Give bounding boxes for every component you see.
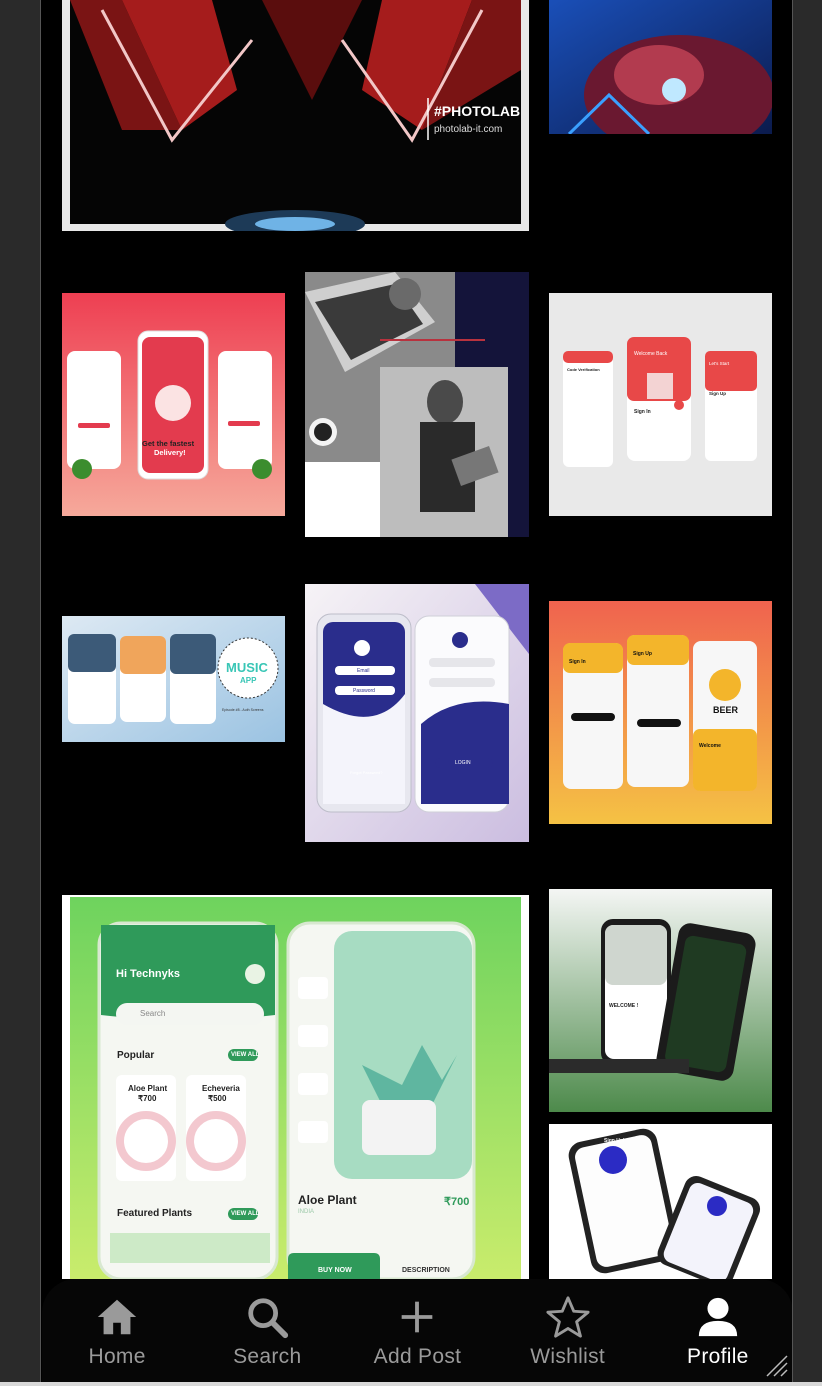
beer-logo: BEER	[713, 705, 739, 715]
ironman-portrait-image	[549, 0, 772, 134]
nav-add-post[interactable]: Add Post	[342, 1293, 492, 1369]
welcome-back-label: Welcome Back	[634, 351, 668, 357]
music-brand: MUSIC	[226, 660, 268, 675]
signup-label: Sign Up	[709, 391, 726, 396]
plant-featured: Featured Plants	[117, 1208, 193, 1219]
nav-profile-label: Profile	[687, 1345, 749, 1368]
profile-screen: #PHOTOLAB photolab-it.com Get the fastes	[40, 0, 793, 1382]
beer-signin-label: Sign In	[569, 659, 586, 665]
verify-label: Code Verification	[567, 367, 600, 372]
plant-description: DESCRIPTION	[402, 1267, 450, 1274]
plant-detail-price: ₹700	[444, 1196, 470, 1208]
green-welcome: WELCOME !	[609, 1003, 639, 1009]
music-app-label: APP	[240, 676, 257, 685]
post-delivery-app[interactable]: Get the fastest Delivery!	[62, 293, 285, 516]
delivery-app-mockup	[62, 293, 285, 516]
blue-password-label: Password	[353, 688, 375, 694]
post-plant-app[interactable]: Hi Technyks Search Popular VIEW ALL Aloe…	[62, 895, 529, 1279]
plant-p1-price: ₹700	[138, 1094, 157, 1103]
left-margin	[0, 0, 40, 1386]
post-ironman-portrait[interactable]	[549, 0, 772, 134]
plant-p1-name: Aloe Plant	[128, 1084, 168, 1093]
bottom-nav: Home Search Add Post Wishlist Profile	[42, 1279, 792, 1382]
plant-popular: Popular	[117, 1050, 155, 1061]
delivery-headline: Get the fastest	[142, 439, 195, 448]
home-icon	[93, 1293, 141, 1341]
photolab-site: photolab-it.com	[434, 124, 503, 135]
window-bottom-edge	[0, 1382, 822, 1386]
beer-welcome-label: Welcome	[699, 743, 721, 749]
blue-login-mockup	[305, 584, 529, 842]
plant-view-all-2: VIEW ALL	[231, 1211, 260, 1217]
nav-home-label: Home	[88, 1345, 146, 1368]
post-signup-phones[interactable]: Sign Up!	[549, 1124, 772, 1279]
delivery-subline: Delivery!	[154, 448, 186, 457]
green-phones-mockup	[549, 889, 772, 1112]
plant-search: Search	[140, 1009, 166, 1018]
plus-icon	[393, 1293, 441, 1341]
post-green-phones[interactable]: WELCOME !	[549, 889, 772, 1112]
star-icon	[544, 1293, 592, 1341]
plant-p2-price: ₹500	[208, 1094, 227, 1103]
search-icon	[243, 1293, 291, 1341]
start-label: Let's Start	[709, 361, 730, 366]
post-blue-login[interactable]: Email Password LOGIN Forgot Password?	[305, 584, 529, 842]
plant-greeting: Hi Technyks	[116, 968, 180, 980]
plant-detail-origin: INDIA	[298, 1209, 315, 1215]
post-signin-screens[interactable]: Code Verification Welcome Back Let's Sta…	[549, 293, 772, 516]
laptop-desk-photo	[305, 272, 529, 537]
blue-forgot-label: Forgot Password?	[350, 770, 383, 775]
person-icon	[694, 1293, 742, 1341]
music-caption: Episode #8 - Auth Screens	[222, 708, 264, 712]
plant-buy-now: BUY NOW	[318, 1267, 352, 1274]
signup-title: Sign Up!	[604, 1138, 625, 1144]
photolab-tag: #PHOTOLAB	[434, 103, 521, 119]
nav-add-post-label: Add Post	[373, 1345, 462, 1368]
signin-screens-mockup	[549, 293, 772, 516]
post-beer-app[interactable]: BEER Sign In Sign Up Welcome	[549, 601, 772, 824]
right-margin	[793, 0, 822, 1386]
resize-handle-icon[interactable]	[763, 1352, 789, 1378]
plant-p2-name: Echeveria	[202, 1084, 240, 1093]
signup-phones-mockup	[549, 1124, 772, 1279]
beer-signup-label: Sign Up	[633, 651, 652, 657]
post-music-app[interactable]: MUSIC APP Episode #8 - Auth Screens	[62, 616, 285, 742]
nav-wishlist-label: Wishlist	[530, 1345, 606, 1368]
post-laptop-photo[interactable]	[305, 272, 529, 537]
beer-app-mockup	[549, 601, 772, 824]
signin-label: Sign In	[634, 409, 651, 415]
nav-home[interactable]: Home	[42, 1293, 192, 1369]
nav-search-label: Search	[233, 1345, 302, 1368]
blue-email-label: Email	[357, 668, 370, 674]
post-ironman-photolab[interactable]: #PHOTOLAB photolab-it.com	[62, 0, 529, 231]
plant-detail-name: Aloe Plant	[298, 1193, 357, 1207]
nav-wishlist[interactable]: Wishlist	[493, 1293, 643, 1369]
nav-search[interactable]: Search	[192, 1293, 342, 1369]
plant-view-all-1: VIEW ALL	[231, 1052, 260, 1058]
blue-login-label: LOGIN	[455, 760, 471, 766]
